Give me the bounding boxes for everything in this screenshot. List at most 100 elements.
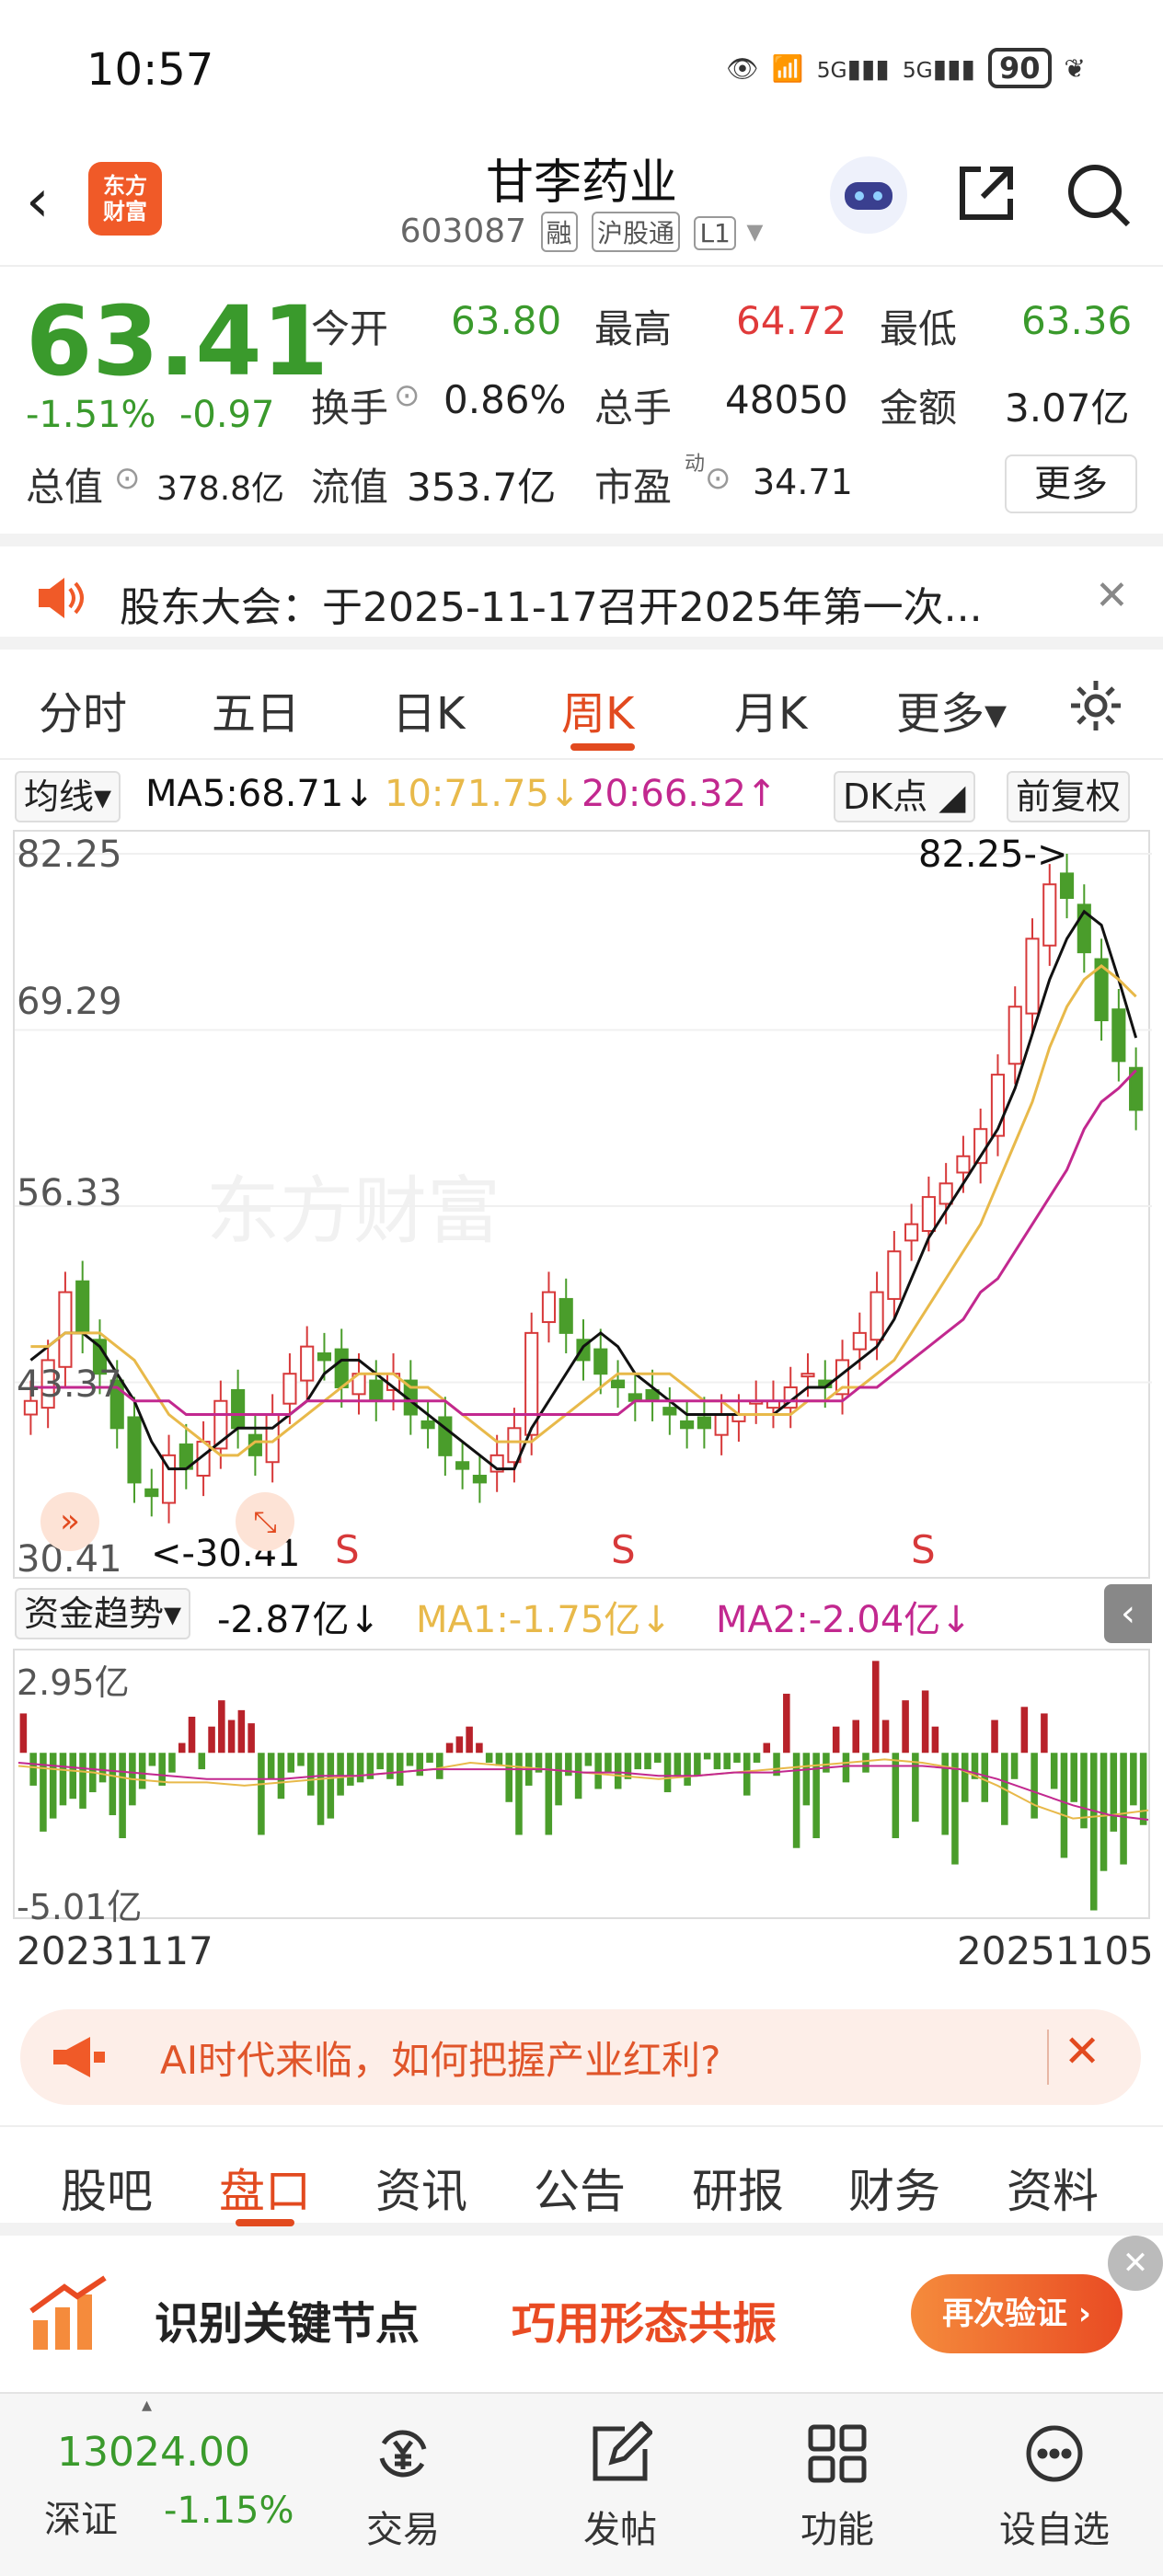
fund-chart[interactable]: 2.95亿 -5.01亿: [13, 1649, 1150, 1927]
candle-body: [869, 1291, 884, 1341]
candle-body: [541, 1291, 557, 1324]
nav-trade[interactable]: 交易: [329, 2421, 477, 2553]
index-value[interactable]: 13024.00: [57, 2429, 250, 2476]
fund-bar: [347, 1753, 354, 1786]
close-icon[interactable]: ✕: [1108, 2236, 1163, 2291]
tab-profile[interactable]: 资料: [1007, 2155, 1099, 2221]
fund-bar: [1089, 1753, 1098, 1911]
ad-banner[interactable]: 识别关键节点 巧用形态共振 再次验证 › ✕: [0, 2236, 1163, 2392]
fund-bar: [624, 1753, 632, 1779]
fund-bar: [723, 1753, 731, 1770]
fund-bar: [495, 1753, 503, 1766]
tab-forum[interactable]: 股吧: [61, 2155, 153, 2221]
tab-finance[interactable]: 财务: [848, 2155, 940, 2221]
caret-up-icon: ▴: [142, 2394, 153, 2417]
fund-bar: [842, 1753, 850, 1783]
dk-point-select[interactable]: DK点 ◢: [834, 771, 975, 822]
fund-bar: [515, 1753, 523, 1835]
nav-functions-label: 功能: [800, 2509, 874, 2551]
ma10-label: 10:71.75↓: [385, 773, 581, 815]
ai-promo-banner[interactable]: AI时代来临，如何把握产业红利? ✕: [20, 2009, 1141, 2105]
share-icon[interactable]: [953, 160, 1019, 241]
fullscreen-icon[interactable]: ⤡: [236, 1492, 294, 1551]
turnover-label: 换手: [311, 385, 389, 431]
candle-body: [1025, 937, 1040, 1015]
candle-body: [369, 1379, 384, 1402]
fund-bar: [406, 1753, 414, 1766]
fund-bar: [991, 1719, 998, 1754]
fund-bar: [386, 1753, 394, 1779]
tag-connect: 沪股通: [591, 212, 680, 252]
tab-news[interactable]: 资讯: [375, 2155, 467, 2221]
period-tabs: 分时 五日 日K 周K 月K 更多▾: [0, 650, 1163, 760]
tab-announcements[interactable]: 公告: [534, 2155, 626, 2221]
notice-text[interactable]: 股东大会：于2025-11-17召开2025年第一次...: [120, 574, 983, 633]
promo-text[interactable]: AI时代来临，如何把握产业红利?: [160, 2030, 720, 2086]
tab-intraday[interactable]: 分时: [39, 677, 127, 742]
y-label-2: 69.29: [17, 981, 122, 1023]
candle-body: [455, 1461, 470, 1470]
index-change[interactable]: -1.15%: [164, 2490, 294, 2532]
price-change: -1.51% -0.97: [26, 394, 274, 436]
fund-bar: [684, 1753, 691, 1786]
tab-research[interactable]: 研报: [692, 2155, 784, 2221]
verify-again-button[interactable]: 再次验证 ›: [911, 2274, 1123, 2353]
fund-bar: [59, 1753, 67, 1806]
expand-left-icon[interactable]: »: [40, 1492, 99, 1551]
more-quote-button[interactable]: 更多: [1005, 454, 1137, 513]
tab-order-book[interactable]: 盘口: [219, 2155, 311, 2221]
close-icon[interactable]: ✕: [1064, 2026, 1100, 2077]
notice-bar[interactable]: 股东大会：于2025-11-17召开2025年第一次... ✕: [0, 534, 1163, 650]
pe-superscript: 动: [685, 453, 706, 476]
nav-functions[interactable]: 功能: [764, 2421, 911, 2553]
amount-label: 金额: [880, 385, 958, 431]
fund-bar: [733, 1753, 741, 1763]
fund-bar: [297, 1753, 305, 1766]
nav-post[interactable]: 发帖: [547, 2420, 694, 2553]
indicator-select[interactable]: 均线▾: [15, 771, 121, 822]
nav-watchlist[interactable]: 设自选: [981, 2421, 1128, 2553]
kline-chart[interactable]: 东方财富 82.25 69.29 56.33 43.37 30.41 82.25…: [13, 830, 1152, 1581]
fund-bar: [148, 1753, 156, 1766]
status-time: 10:57: [86, 44, 214, 96]
tab-more[interactable]: 更多▾: [896, 677, 1007, 742]
fund-bar: [49, 1753, 57, 1819]
fund-bar: [227, 1719, 236, 1754]
index-name[interactable]: 深证: [44, 2490, 118, 2543]
signal-s: S: [911, 1527, 936, 1572]
close-icon[interactable]: ✕: [1095, 572, 1129, 619]
edit-icon: [547, 2420, 694, 2500]
tab-five-day[interactable]: 五日: [212, 677, 300, 742]
bottom-nav: ▴ 13024.00 深证 -1.15% 交易 发帖 功能 设自选: [0, 2392, 1163, 2576]
info-icon[interactable]: ⊙: [394, 377, 420, 414]
tab-monthly-k[interactable]: 月K: [734, 677, 807, 742]
search-icon[interactable]: [1064, 160, 1134, 245]
verify-again-label: 再次验证: [942, 2295, 1068, 2332]
ai-robot-icon[interactable]: [830, 156, 907, 234]
fund-bar: [1139, 1753, 1147, 1825]
volume-label: 总手: [594, 385, 673, 431]
fund-bar: [1060, 1753, 1068, 1858]
high-value: 64.72: [736, 298, 847, 343]
info-icon[interactable]: ⊙: [705, 460, 731, 497]
fund-indicator-select[interactable]: 资金趋势▾: [15, 1588, 191, 1639]
fund-bar: [931, 1726, 939, 1754]
fund-bar: [1050, 1753, 1058, 1789]
fund-bar: [605, 1753, 612, 1773]
fund-ma2-line: [17, 1761, 1149, 1822]
tab-daily-k[interactable]: 日K: [392, 677, 465, 742]
tab-weekly-k[interactable]: 周K: [561, 677, 634, 742]
info-icon[interactable]: ⊙: [114, 460, 141, 497]
fund-ma1: MA1:-1.75亿↓: [416, 1599, 672, 1641]
collapse-panel-icon[interactable]: ‹: [1104, 1584, 1152, 1643]
candle-body: [75, 1280, 90, 1334]
adjust-select[interactable]: 前复权: [1007, 771, 1131, 822]
fund-bar: [644, 1753, 651, 1770]
fund-svg: [17, 1661, 1149, 1911]
fund-bar: [674, 1753, 682, 1777]
eye-icon: 👁: [726, 52, 759, 84]
fund-bar: [961, 1753, 969, 1802]
candle-body: [956, 1155, 971, 1174]
gear-icon[interactable]: [1067, 677, 1124, 738]
chevron-down-icon[interactable]: ▾: [746, 213, 763, 250]
